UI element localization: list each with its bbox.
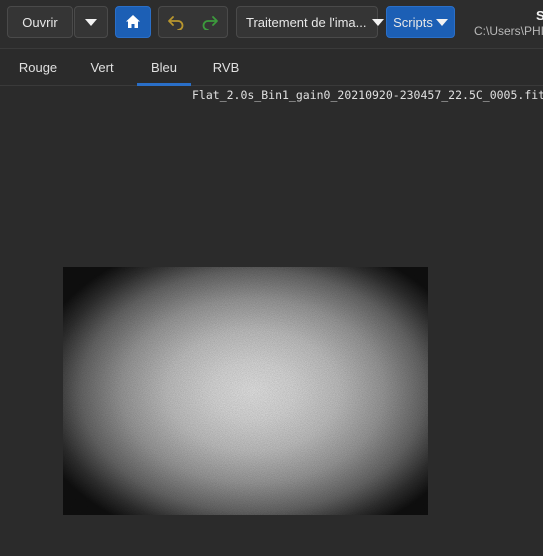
open-button-label: Ouvrir xyxy=(22,14,58,30)
tab-label: Rouge xyxy=(18,59,58,75)
channel-tabs: Rouge Vert Bleu RVB xyxy=(0,48,543,86)
home-icon xyxy=(126,15,140,28)
image-viewer[interactable]: Flat_2.0s_Bin1_gain0_20210920-230457_22.… xyxy=(0,86,543,556)
processing-menu-button[interactable]: Traitement de l'ima... xyxy=(236,6,384,38)
app-window: Ouvrir Traitement de l'ima... Scripts S … xyxy=(0,0,543,556)
open-dropdown-button[interactable] xyxy=(74,6,108,38)
tab-rvb[interactable]: RVB xyxy=(200,49,252,85)
tab-rouge[interactable]: Rouge xyxy=(8,49,68,85)
flat-frame-image[interactable] xyxy=(63,267,428,515)
open-button[interactable]: Ouvrir xyxy=(7,6,73,38)
tab-label: Bleu xyxy=(150,59,178,75)
tab-bleu[interactable]: Bleu xyxy=(137,49,191,86)
home-button[interactable] xyxy=(115,6,151,38)
chevron-down-icon xyxy=(435,18,448,26)
tab-label: Vert xyxy=(90,59,114,75)
redo-icon[interactable] xyxy=(201,14,219,30)
toolbar: Ouvrir Traitement de l'ima... Scripts S … xyxy=(0,0,543,48)
image-noise-overlay xyxy=(63,267,428,515)
image-filename: Flat_2.0s_Bin1_gain0_20210920-230457_22.… xyxy=(192,88,543,102)
undo-icon[interactable] xyxy=(167,14,185,30)
processing-menu-label: Traitement de l'ima... xyxy=(246,14,367,30)
file-path: C:\Users\PHII xyxy=(474,24,543,38)
undo-redo-group xyxy=(158,6,228,38)
tab-label: RVB xyxy=(212,59,240,75)
tab-vert[interactable]: Vert xyxy=(74,49,130,85)
window-title: S xyxy=(536,8,543,23)
scripts-menu-label: Scripts xyxy=(393,14,433,30)
scripts-menu-button[interactable]: Scripts xyxy=(386,6,455,38)
chevron-down-icon xyxy=(371,18,384,26)
chevron-down-icon xyxy=(85,18,97,26)
